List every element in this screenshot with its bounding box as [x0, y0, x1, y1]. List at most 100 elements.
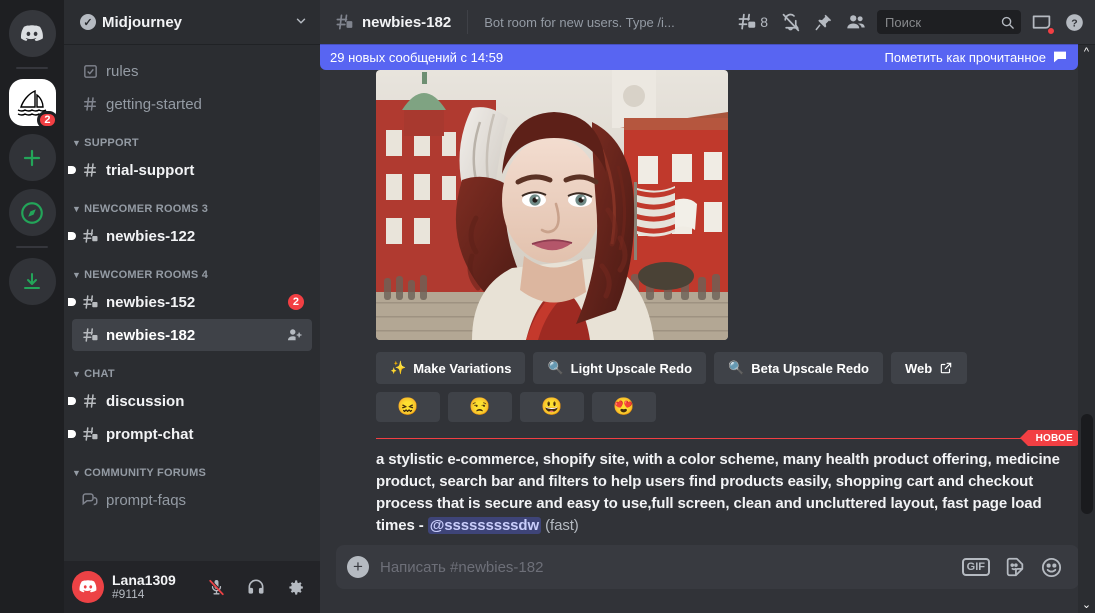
emoji-icon[interactable] — [1040, 556, 1063, 579]
sparkle-wand-icon: ✨ — [390, 360, 407, 375]
unread-dot — [68, 232, 76, 240]
chevron-down-icon: ▼ — [72, 204, 82, 214]
sidebar-item-rules[interactable]: rules — [72, 55, 312, 87]
category-label: NEWCOMER ROOMS 3 — [84, 203, 209, 215]
headphones-icon[interactable] — [240, 571, 272, 603]
plus-icon[interactable] — [8, 134, 56, 181]
bell-off-icon[interactable] — [778, 10, 803, 35]
hash-locked-icon — [334, 12, 354, 32]
message-composer[interactable]: + Написать #newbies-182 GIF — [336, 545, 1079, 589]
sidebar-item-prompt-faqs[interactable]: prompt-faqs — [72, 484, 312, 516]
unread-dot — [68, 430, 76, 438]
compass-icon[interactable] — [8, 189, 56, 236]
rail-item-add-server[interactable] — [4, 134, 60, 181]
unread-badge: 2 — [287, 294, 304, 310]
rail-divider-2 — [16, 246, 48, 248]
category-support[interactable]: ▼ SUPPORT — [64, 121, 320, 153]
category-label: SUPPORT — [84, 137, 139, 149]
midjourney-sailboat-icon[interactable]: 2 — [8, 79, 58, 129]
category-community-forums[interactable]: ▼ COMMUNITY FORUMS — [64, 451, 320, 483]
category-chat[interactable]: ▼ CHAT — [64, 352, 320, 384]
chevron-up-icon[interactable]: ^ — [1084, 46, 1089, 58]
gif-icon[interactable]: GIF — [961, 558, 990, 576]
user-mention[interactable]: @sssssssssdw — [427, 517, 542, 534]
server-name: Midjourney — [102, 13, 183, 31]
rail-divider — [16, 67, 48, 69]
chevron-down-icon[interactable] — [294, 14, 308, 31]
category-label: CHAT — [84, 368, 115, 380]
button-label: Beta Upscale Redo — [751, 360, 869, 376]
message-scrollbar[interactable]: ^ ⌄ — [1078, 44, 1095, 613]
beta-upscale-redo-button[interactable]: 🔍 Beta Upscale Redo — [714, 352, 883, 384]
download-icon[interactable] — [8, 258, 56, 305]
mark-as-read-button[interactable]: Пометить как прочитанное — [885, 49, 1068, 65]
threads-icon[interactable]: 8 — [734, 10, 770, 35]
rail-item-explore[interactable] — [4, 189, 60, 236]
grinning-emoji[interactable]: 😃 — [520, 392, 584, 422]
sidebar-item-trial-support[interactable]: trial-support — [68, 154, 312, 186]
rail-item-home[interactable] — [4, 10, 60, 57]
category-newcomer-rooms-3[interactable]: ▼ NEWCOMER ROOMS 3 — [64, 187, 320, 219]
sidebar-item-getting-started[interactable]: getting-started — [72, 88, 312, 120]
chevron-down-icon[interactable]: ⌄ — [1082, 598, 1091, 611]
attach-button[interactable]: + — [336, 556, 380, 578]
chevron-down-icon: ▼ — [72, 138, 82, 148]
sticker-icon[interactable] — [1004, 556, 1026, 578]
rail-item-download[interactable] — [4, 258, 60, 305]
confounded-emoji[interactable]: 😖 — [376, 392, 440, 422]
mic-muted-icon[interactable] — [200, 571, 232, 603]
rail-item-midjourney[interactable]: 2 — [4, 79, 60, 129]
search-input[interactable]: Поиск — [877, 10, 1021, 34]
pin-icon[interactable] — [811, 10, 835, 34]
sidebar-item-newbies-182[interactable]: newbies-182 — [72, 319, 312, 351]
web-button[interactable]: Web — [890, 352, 968, 384]
user-tag: #9114 — [112, 587, 145, 602]
generated-image[interactable] — [376, 70, 728, 340]
discord-logo-icon[interactable] — [8, 10, 56, 57]
emoji-glyph: 😖 — [397, 397, 419, 416]
sidebar-item-label: discussion — [106, 392, 185, 410]
mark-read-icon — [1052, 49, 1068, 65]
category-newcomer-rooms-4[interactable]: ▼ NEWCOMER ROOMS 4 — [64, 253, 320, 285]
server-header[interactable]: ✓ Midjourney — [64, 0, 320, 44]
chevron-down-icon: ▼ — [72, 468, 82, 478]
channel-list[interactable]: rules getting-started ▼ SUPPORT trial-su… — [64, 44, 320, 561]
message-list[interactable]: ✨ Make Variations 🔍 Light Upscale Redo 🔍… — [320, 44, 1095, 545]
message-input[interactable]: Написать #newbies-182 — [380, 559, 962, 576]
hash-locked-icon — [80, 292, 100, 312]
new-messages-divider: НОВОЕ — [376, 430, 1079, 446]
unamused-emoji[interactable]: 😒 — [448, 392, 512, 422]
light-upscale-redo-button[interactable]: 🔍 Light Upscale Redo — [533, 352, 707, 384]
members-icon[interactable] — [843, 9, 869, 35]
new-messages-banner[interactable]: 29 новых сообщений с 14:59 Пометить как … — [320, 44, 1078, 70]
make-variations-button[interactable]: ✨ Make Variations — [376, 352, 526, 384]
header-divider — [467, 10, 469, 34]
add-member-icon[interactable] — [286, 326, 304, 344]
gear-icon[interactable] — [280, 571, 312, 603]
message-action-buttons: ✨ Make Variations 🔍 Light Upscale Redo 🔍… — [376, 352, 1079, 384]
hash-locked-icon — [80, 325, 100, 345]
unread-dot — [68, 166, 76, 174]
avatar[interactable] — [72, 571, 104, 603]
heart-eyes-emoji[interactable]: 😍 — [592, 392, 656, 422]
inbox-unread-dot — [1047, 26, 1055, 35]
sidebar-item-label: prompt-chat — [106, 425, 194, 443]
emoji-glyph: 😃 — [541, 397, 563, 416]
user-panel: Lana1309 #9114 — [64, 561, 320, 613]
sidebar-item-prompt-chat[interactable]: prompt-chat — [68, 418, 312, 450]
sidebar-item-discussion[interactable]: discussion — [68, 385, 312, 417]
help-icon[interactable]: ? — [1062, 10, 1087, 35]
plus-circle-icon: + — [347, 556, 369, 578]
sidebar-item-label: trial-support — [106, 161, 195, 179]
sidebar-item-newbies-122[interactable]: newbies-122 — [68, 220, 312, 252]
user-info[interactable]: Lana1309 #9114 — [112, 572, 192, 602]
channel-header: newbies-182 Bot room for new users. Type… — [320, 0, 1095, 44]
scrollbar-thumb[interactable] — [1081, 414, 1093, 514]
banner-text: 29 новых сообщений с 14:59 — [330, 49, 504, 65]
discord-app: 2 ✓ Midjourney rules getting-started ▼ S… — [0, 0, 1095, 613]
sidebar-item-newbies-152[interactable]: newbies-152 2 — [68, 286, 312, 318]
page-title: newbies-182 — [362, 13, 452, 31]
inbox-icon[interactable] — [1029, 10, 1055, 35]
chevron-down-icon: ▼ — [72, 369, 82, 379]
channel-topic[interactable]: Bot room for new users. Type /i... — [484, 15, 726, 30]
